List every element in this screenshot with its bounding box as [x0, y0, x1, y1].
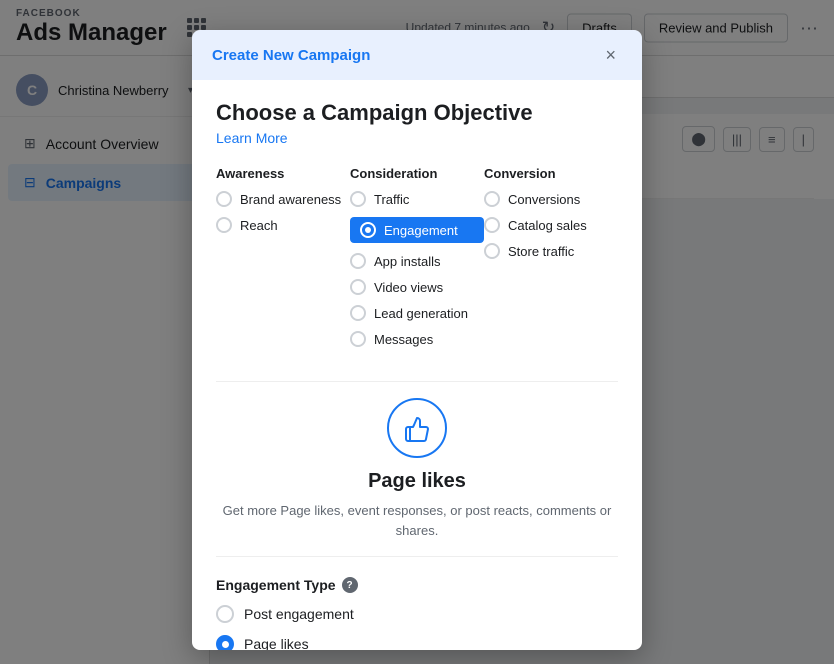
- store-traffic-label: Store traffic: [508, 244, 574, 259]
- engagement-radio[interactable]: [360, 222, 376, 238]
- create-campaign-modal: Create New Campaign × Choose a Campaign …: [192, 30, 642, 650]
- messages-radio[interactable]: [350, 331, 366, 347]
- conversions-label: Conversions: [508, 192, 580, 207]
- modal-heading: Choose a Campaign Objective: [216, 100, 618, 126]
- app-installs-label: App installs: [374, 254, 440, 269]
- conversion-column: Conversion Conversions Catalog sales Sto…: [484, 166, 618, 357]
- traffic-label: Traffic: [374, 192, 409, 207]
- lead-generation-radio[interactable]: [350, 305, 366, 321]
- store-traffic-option[interactable]: Store traffic: [484, 243, 618, 259]
- conversion-header: Conversion: [484, 166, 618, 181]
- brand-awareness-option[interactable]: Brand awareness: [216, 191, 350, 207]
- preview-icon: [387, 398, 447, 458]
- objectives-grid: Awareness Brand awareness Reach Consider…: [216, 166, 618, 357]
- catalog-sales-label: Catalog sales: [508, 218, 587, 233]
- traffic-radio[interactable]: [350, 191, 366, 207]
- post-engagement-radio[interactable]: [216, 605, 234, 623]
- modal-title: Create New Campaign: [212, 47, 370, 64]
- engagement-type-label: Engagement Type ?: [216, 577, 618, 593]
- messages-label: Messages: [374, 332, 433, 347]
- engagement-type-section: Engagement Type ? Post engagement Page l…: [216, 577, 618, 650]
- post-engagement-label: Post engagement: [244, 606, 354, 622]
- lead-generation-option[interactable]: Lead generation: [350, 305, 484, 321]
- app-installs-radio[interactable]: [350, 253, 366, 269]
- reach-label: Reach: [240, 218, 278, 233]
- video-views-label: Video views: [374, 280, 443, 295]
- learn-more-link[interactable]: Learn More: [216, 130, 288, 146]
- post-engagement-option[interactable]: Post engagement: [216, 605, 618, 623]
- messages-option[interactable]: Messages: [350, 331, 484, 347]
- reach-radio[interactable]: [216, 217, 232, 233]
- reach-option[interactable]: Reach: [216, 217, 350, 233]
- preview-area: Page likes Get more Page likes, event re…: [216, 381, 618, 557]
- page-likes-option[interactable]: Page likes: [216, 635, 618, 650]
- modal-overlay: Create New Campaign × Choose a Campaign …: [0, 0, 834, 664]
- page-likes-radio[interactable]: [216, 635, 234, 650]
- lead-generation-label: Lead generation: [374, 306, 468, 321]
- traffic-option[interactable]: Traffic: [350, 191, 484, 207]
- brand-awareness-label: Brand awareness: [240, 192, 341, 207]
- video-views-option[interactable]: Video views: [350, 279, 484, 295]
- app-installs-option[interactable]: App installs: [350, 253, 484, 269]
- catalog-sales-radio[interactable]: [484, 217, 500, 233]
- page-likes-label: Page likes: [244, 636, 309, 650]
- awareness-column: Awareness Brand awareness Reach: [216, 166, 350, 357]
- engagement-option[interactable]: Engagement: [350, 217, 484, 243]
- brand-awareness-radio[interactable]: [216, 191, 232, 207]
- conversions-radio[interactable]: [484, 191, 500, 207]
- consideration-header: Consideration: [350, 166, 484, 181]
- modal-header: Create New Campaign ×: [192, 30, 642, 80]
- store-traffic-radio[interactable]: [484, 243, 500, 259]
- catalog-sales-option[interactable]: Catalog sales: [484, 217, 618, 233]
- modal-body: Choose a Campaign Objective Learn More A…: [192, 80, 642, 650]
- conversions-option[interactable]: Conversions: [484, 191, 618, 207]
- preview-description: Get more Page likes, event responses, or…: [216, 501, 618, 540]
- video-views-radio[interactable]: [350, 279, 366, 295]
- consideration-column: Consideration Traffic Engagement App ins…: [350, 166, 484, 357]
- awareness-header: Awareness: [216, 166, 350, 181]
- engagement-label: Engagement: [384, 223, 458, 238]
- info-icon[interactable]: ?: [342, 577, 358, 593]
- thumbs-up-icon: [402, 413, 432, 443]
- preview-title: Page likes: [216, 470, 618, 493]
- modal-close-button[interactable]: ×: [599, 44, 622, 66]
